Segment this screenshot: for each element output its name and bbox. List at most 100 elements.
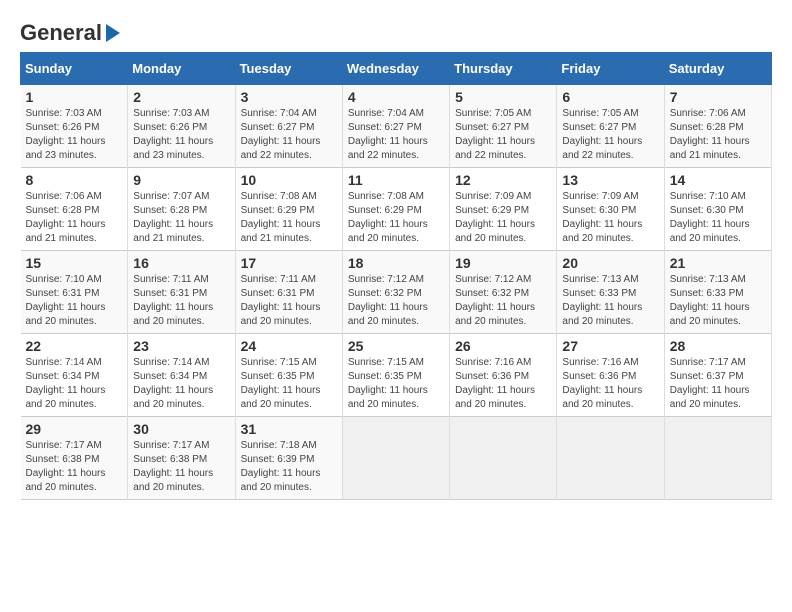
day-number: 15	[26, 255, 123, 271]
day-cell: 16 Sunrise: 7:11 AMSunset: 6:31 PMDayligh…	[128, 251, 235, 334]
day-number: 16	[133, 255, 229, 271]
day-info: Sunrise: 7:10 AMSunset: 6:31 PMDaylight:…	[26, 273, 123, 329]
day-info: Sunrise: 7:17 AMSunset: 6:38 PMDaylight:…	[133, 439, 229, 495]
day-number: 28	[670, 338, 766, 354]
day-cell: 11Sunrise: 7:08 AMSunset: 6:29 PMDayligh…	[342, 168, 449, 251]
day-info: Sunrise: 7:12 AMSunset: 6:32 PMDaylight:…	[348, 273, 444, 329]
day-info: Sunrise: 7:05 AMSunset: 6:27 PMDaylight:…	[455, 107, 551, 163]
day-number: 30	[133, 421, 229, 437]
header-cell-monday: Monday	[128, 53, 235, 85]
header-cell-sunday: Sunday	[21, 53, 128, 85]
day-number: 8	[26, 172, 123, 188]
day-number: 31	[241, 421, 337, 437]
header-cell-tuesday: Tuesday	[235, 53, 342, 85]
week-row-3: 15 Sunrise: 7:10 AMSunset: 6:31 PMDayligh…	[21, 251, 772, 334]
day-cell: 19 Sunrise: 7:12 AMSunset: 6:32 PMDayligh…	[450, 251, 557, 334]
day-info: Sunrise: 7:13 AMSunset: 6:33 PMDaylight:…	[562, 273, 658, 329]
day-cell: 3 Sunrise: 7:04 AMSunset: 6:27 PMDaylight…	[235, 85, 342, 168]
day-info: Sunrise: 7:16 AMSunset: 6:36 PMDaylight:…	[562, 356, 658, 412]
day-cell: 28 Sunrise: 7:17 AMSunset: 6:37 PMDayligh…	[664, 334, 771, 417]
day-info: Sunrise: 7:04 AMSunset: 6:27 PMDaylight:…	[348, 107, 444, 163]
day-number: 22	[26, 338, 123, 354]
day-number: 3	[241, 89, 337, 105]
day-info: Sunrise: 7:15 AMSunset: 6:35 PMDaylight:…	[241, 356, 337, 412]
day-cell: 17 Sunrise: 7:11 AMSunset: 6:31 PMDayligh…	[235, 251, 342, 334]
day-info: Sunrise: 7:07 AMSunset: 6:28 PMDaylight:…	[133, 190, 229, 246]
day-cell: 2 Sunrise: 7:03 AMSunset: 6:26 PMDaylight…	[128, 85, 235, 168]
day-info: Sunrise: 7:04 AMSunset: 6:27 PMDaylight:…	[241, 107, 337, 163]
day-cell: 24 Sunrise: 7:15 AMSunset: 6:35 PMDayligh…	[235, 334, 342, 417]
day-number: 21	[670, 255, 766, 271]
day-number: 7	[670, 89, 766, 105]
day-cell: 1 Sunrise: 7:03 AMSunset: 6:26 PMDaylight…	[21, 85, 128, 168]
header: General	[20, 20, 772, 42]
day-info: Sunrise: 7:08 AMSunset: 6:29 PMDaylight:…	[241, 190, 337, 246]
day-number: 13	[562, 172, 658, 188]
day-cell: 13 Sunrise: 7:09 AMSunset: 6:30 PMDayligh…	[557, 168, 664, 251]
day-number: 1	[26, 89, 123, 105]
day-number: 29	[26, 421, 123, 437]
day-number: 24	[241, 338, 337, 354]
day-number: 9	[133, 172, 229, 188]
day-info: Sunrise: 7:05 AMSunset: 6:27 PMDaylight:…	[562, 107, 658, 163]
day-info: Sunrise: 7:14 AMSunset: 6:34 PMDaylight:…	[133, 356, 229, 412]
day-number: 2	[133, 89, 229, 105]
day-number: 27	[562, 338, 658, 354]
day-number: 26	[455, 338, 551, 354]
day-info: Sunrise: 7:13 AMSunset: 6:33 PMDaylight:…	[670, 273, 766, 329]
day-info: Sunrise: 7:03 AMSunset: 6:26 PMDaylight:…	[26, 107, 123, 163]
day-number: 4	[348, 89, 444, 105]
day-number: 5	[455, 89, 551, 105]
day-number: 12	[455, 172, 551, 188]
day-info: Sunrise: 7:06 AMSunset: 6:28 PMDaylight:…	[26, 190, 123, 246]
day-number: 23	[133, 338, 229, 354]
day-info: Sunrise: 7:11 AMSunset: 6:31 PMDaylight:…	[241, 273, 337, 329]
day-number: 18	[348, 255, 444, 271]
day-cell: 27 Sunrise: 7:16 AMSunset: 6:36 PMDayligh…	[557, 334, 664, 417]
day-cell: 15 Sunrise: 7:10 AMSunset: 6:31 PMDayligh…	[21, 251, 128, 334]
day-info: Sunrise: 7:17 AMSunset: 6:37 PMDaylight:…	[670, 356, 766, 412]
day-number: 10	[241, 172, 337, 188]
day-cell: 8 Sunrise: 7:06 AMSunset: 6:28 PMDaylight…	[21, 168, 128, 251]
logo: General	[20, 20, 122, 42]
calendar-body: 1 Sunrise: 7:03 AMSunset: 6:26 PMDaylight…	[21, 85, 772, 500]
day-number: 6	[562, 89, 658, 105]
day-info: Sunrise: 7:06 AMSunset: 6:28 PMDaylight:…	[670, 107, 766, 163]
day-info: Sunrise: 7:16 AMSunset: 6:36 PMDaylight:…	[455, 356, 551, 412]
day-info: Sunrise: 7:12 AMSunset: 6:32 PMDaylight:…	[455, 273, 551, 329]
day-cell	[450, 417, 557, 500]
day-cell: 10 Sunrise: 7:08 AMSunset: 6:29 PMDayligh…	[235, 168, 342, 251]
day-cell: 26 Sunrise: 7:16 AMSunset: 6:36 PMDayligh…	[450, 334, 557, 417]
day-cell: 18 Sunrise: 7:12 AMSunset: 6:32 PMDayligh…	[342, 251, 449, 334]
day-info: Sunrise: 7:14 AMSunset: 6:34 PMDaylight:…	[26, 356, 123, 412]
day-cell: 23 Sunrise: 7:14 AMSunset: 6:34 PMDayligh…	[128, 334, 235, 417]
day-cell: 22 Sunrise: 7:14 AMSunset: 6:34 PMDayligh…	[21, 334, 128, 417]
day-info: Sunrise: 7:18 AMSunset: 6:39 PMDaylight:…	[241, 439, 337, 495]
calendar-table: SundayMondayTuesdayWednesdayThursdayFrid…	[20, 52, 772, 500]
day-info: Sunrise: 7:09 AMSunset: 6:30 PMDaylight:…	[562, 190, 658, 246]
header-cell-thursday: Thursday	[450, 53, 557, 85]
day-number: 25	[348, 338, 444, 354]
day-cell: 20 Sunrise: 7:13 AMSunset: 6:33 PMDayligh…	[557, 251, 664, 334]
day-cell	[557, 417, 664, 500]
day-number: 19	[455, 255, 551, 271]
calendar-header: SundayMondayTuesdayWednesdayThursdayFrid…	[21, 53, 772, 85]
day-info: Sunrise: 7:11 AMSunset: 6:31 PMDaylight:…	[133, 273, 229, 329]
header-row: SundayMondayTuesdayWednesdayThursdayFrid…	[21, 53, 772, 85]
day-cell: 21 Sunrise: 7:13 AMSunset: 6:33 PMDayligh…	[664, 251, 771, 334]
header-cell-saturday: Saturday	[664, 53, 771, 85]
header-cell-friday: Friday	[557, 53, 664, 85]
day-cell	[342, 417, 449, 500]
logo-bird-icon	[104, 22, 122, 44]
header-cell-wednesday: Wednesday	[342, 53, 449, 85]
day-info: Sunrise: 7:15 AMSunset: 6:35 PMDaylight:…	[348, 356, 444, 412]
day-number: 17	[241, 255, 337, 271]
logo-general: General	[20, 20, 102, 46]
day-info: Sunrise: 7:03 AMSunset: 6:26 PMDaylight:…	[133, 107, 229, 163]
day-cell: 12Sunrise: 7:09 AMSunset: 6:29 PMDayligh…	[450, 168, 557, 251]
day-cell: 31 Sunrise: 7:18 AMSunset: 6:39 PMDayligh…	[235, 417, 342, 500]
day-number: 20	[562, 255, 658, 271]
day-cell: 5 Sunrise: 7:05 AMSunset: 6:27 PMDaylight…	[450, 85, 557, 168]
day-cell: 29Sunrise: 7:17 AMSunset: 6:38 PMDayligh…	[21, 417, 128, 500]
day-number: 11	[348, 172, 444, 188]
